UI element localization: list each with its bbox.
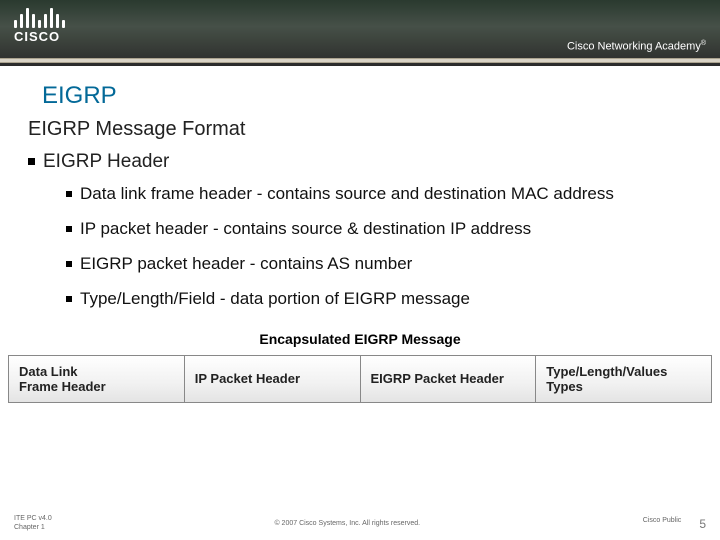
encap-cell-text: IP Packet Header: [195, 371, 300, 386]
bullet-list: Data link frame header - contains source…: [66, 183, 680, 311]
encap-row: Data Link Frame Header IP Packet Header …: [8, 355, 712, 403]
square-bullet-icon: [66, 226, 72, 232]
header-band: CISCO Cisco Networking Academy®: [0, 0, 720, 66]
list-item: Type/Length/Field - data portion of EIGR…: [66, 288, 680, 311]
cisco-logo: CISCO: [14, 6, 65, 44]
encap-cell: Type/Length/Values Types: [536, 355, 712, 403]
square-bullet-icon: [28, 158, 35, 165]
encap-cell: Data Link Frame Header: [8, 355, 185, 403]
slide-title: EIGRP: [42, 82, 720, 110]
slide-footer: ITE PC v4.0 Chapter 1 © 2007 Cisco Syste…: [0, 515, 720, 532]
list-item: IP packet header - contains source & des…: [66, 218, 680, 241]
square-bullet-icon: [66, 191, 72, 197]
encap-cell: EIGRP Packet Header: [361, 355, 537, 403]
tm-mark: ®: [701, 40, 706, 47]
footer-right: Cisco Public 5: [643, 517, 706, 531]
section-heading-text: EIGRP Header: [43, 151, 169, 172]
footer-course: ITE PC v4.0: [14, 515, 52, 523]
encap-cell-text: Type/Length/Values Types: [546, 364, 701, 394]
square-bullet-icon: [66, 261, 72, 267]
square-bullet-icon: [66, 296, 72, 302]
slide-subtitle: EIGRP Message Format: [28, 118, 720, 141]
section-heading: EIGRP Header: [28, 151, 720, 173]
encapsulation-diagram: Encapsulated EIGRP Message Data Link Fra…: [8, 331, 712, 403]
footer-classification: Cisco Public: [643, 517, 682, 531]
list-item: EIGRP packet header - contains AS number: [66, 253, 680, 276]
encap-cell-text: EIGRP Packet Header: [371, 371, 504, 386]
encap-title: Encapsulated EIGRP Message: [8, 331, 712, 347]
list-item-text: IP packet header - contains source & des…: [80, 219, 531, 238]
academy-label: Cisco Networking Academy®: [567, 40, 706, 53]
encap-cell-text: Data Link Frame Header: [19, 364, 106, 394]
cisco-wordmark: CISCO: [14, 29, 65, 44]
cisco-bars-icon: [14, 6, 65, 28]
list-item-text: Data link frame header - contains source…: [80, 184, 614, 203]
footer-left: ITE PC v4.0 Chapter 1: [14, 515, 52, 532]
academy-text: Cisco Networking Academy: [567, 41, 701, 53]
encap-cell: IP Packet Header: [185, 355, 361, 403]
list-item-text: Type/Length/Field - data portion of EIGR…: [80, 289, 470, 308]
page-number: 5: [699, 517, 706, 531]
footer-copyright: © 2007 Cisco Systems, Inc. All rights re…: [52, 520, 643, 527]
footer-chapter: Chapter 1: [14, 524, 52, 532]
list-item: Data link frame header - contains source…: [66, 183, 680, 206]
list-item-text: EIGRP packet header - contains AS number: [80, 254, 412, 273]
